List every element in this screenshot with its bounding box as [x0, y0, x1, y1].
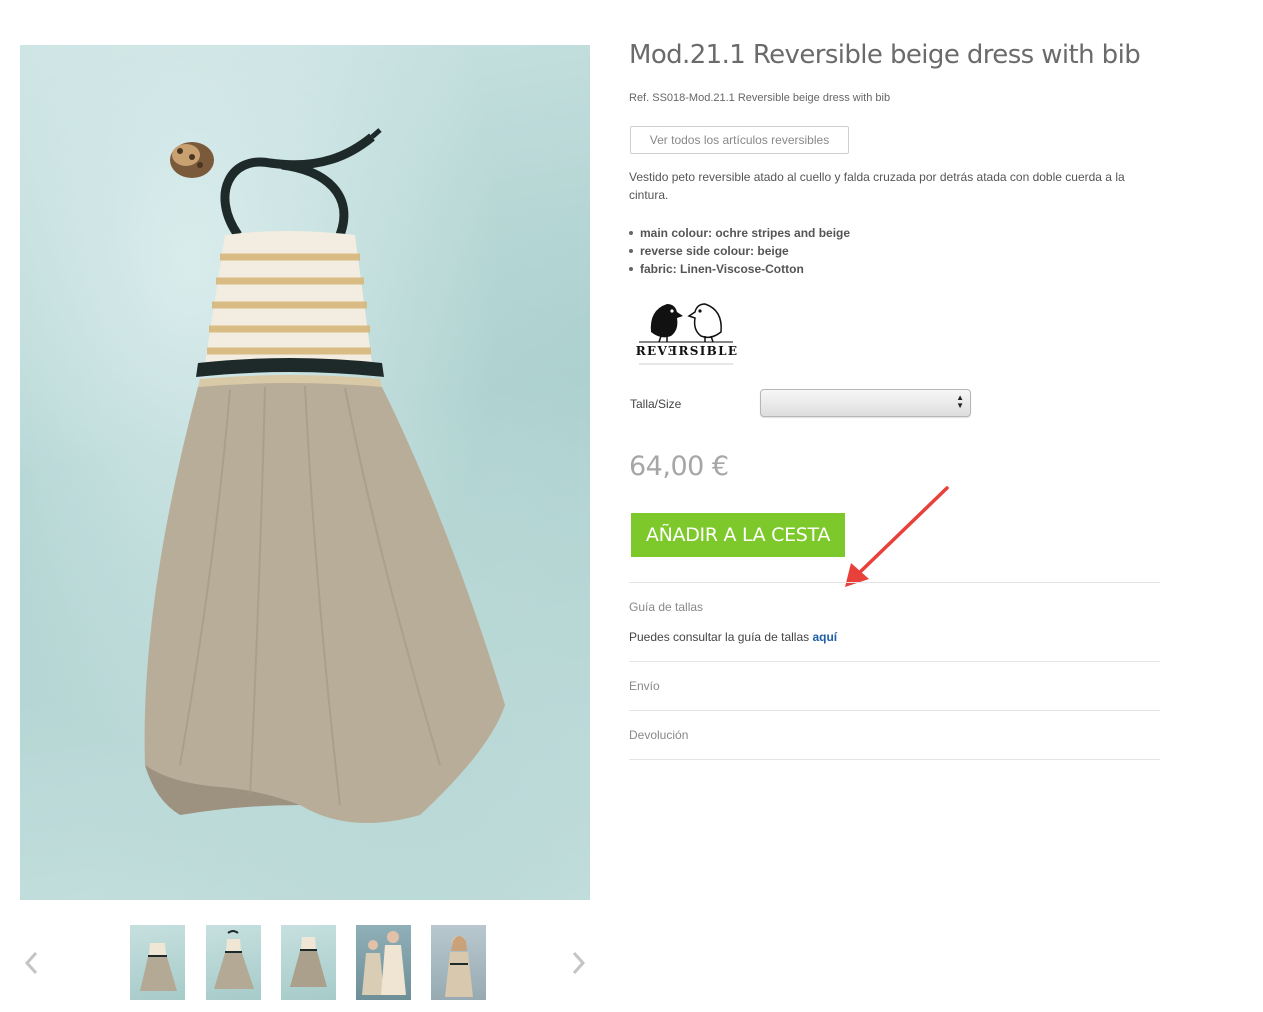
product-main-image[interactable]: [20, 45, 590, 900]
feature-item: main colour: ochre stripes and beige: [629, 224, 850, 242]
returns-section-title[interactable]: Devolución: [629, 728, 688, 742]
thumbnail-3[interactable]: [281, 925, 336, 1000]
divider: [629, 710, 1160, 711]
select-arrows-icon: ▲ ▼: [956, 393, 964, 410]
reversible-logo: REVƎRSIBLE: [633, 296, 739, 368]
size-guide-section-title[interactable]: Guía de tallas: [629, 600, 703, 614]
add-to-cart-button[interactable]: AÑADIR A LA CESTA: [631, 513, 845, 557]
thumbnail-prev-button[interactable]: [18, 948, 44, 978]
shipping-section-title[interactable]: Envío: [629, 679, 660, 693]
dress-photo: [144, 128, 505, 823]
product-reference: Ref. SS018-Mod.21.1 Reversible beige dre…: [629, 92, 891, 104]
reversible-logo-text: REVƎRSIBLE: [635, 344, 739, 358]
feature-item: fabric: Linen-Viscose-Cotton: [629, 260, 850, 278]
product-description: Vestido peto reversible atado al cuello …: [629, 170, 1125, 202]
size-label: Talla/Size: [630, 397, 682, 411]
feature-item: reverse side colour: beige: [629, 242, 850, 260]
divider: [629, 759, 1160, 760]
thumbnail-2[interactable]: [206, 925, 261, 1000]
size-guide-text: Puedes consultar la guía de tallas aquí: [629, 630, 837, 644]
product-title: Mod.21.1 Reversible beige dress with bib: [629, 40, 1141, 70]
thumbnail-next-button[interactable]: [566, 948, 592, 978]
thumbnail-5[interactable]: [431, 925, 486, 1000]
annotation-arrow-icon: [845, 486, 949, 587]
size-guide-link[interactable]: aquí: [812, 630, 837, 644]
thumbnail-4[interactable]: [356, 925, 411, 1000]
chevron-left-icon: [24, 951, 38, 975]
size-select[interactable]: ▲ ▼: [760, 389, 971, 417]
divider: [629, 582, 1160, 583]
divider: [629, 661, 1160, 662]
product-price: 64,00 €: [629, 451, 729, 482]
size-guide-description: Puedes consultar la guía de tallas: [629, 630, 813, 644]
view-reversible-items-button[interactable]: Ver todos los artículos reversibles: [630, 126, 849, 154]
thumbnail-1[interactable]: [130, 925, 185, 1000]
product-features-list: main colour: ochre stripes and beige rev…: [629, 224, 850, 278]
chevron-right-icon: [572, 951, 586, 975]
